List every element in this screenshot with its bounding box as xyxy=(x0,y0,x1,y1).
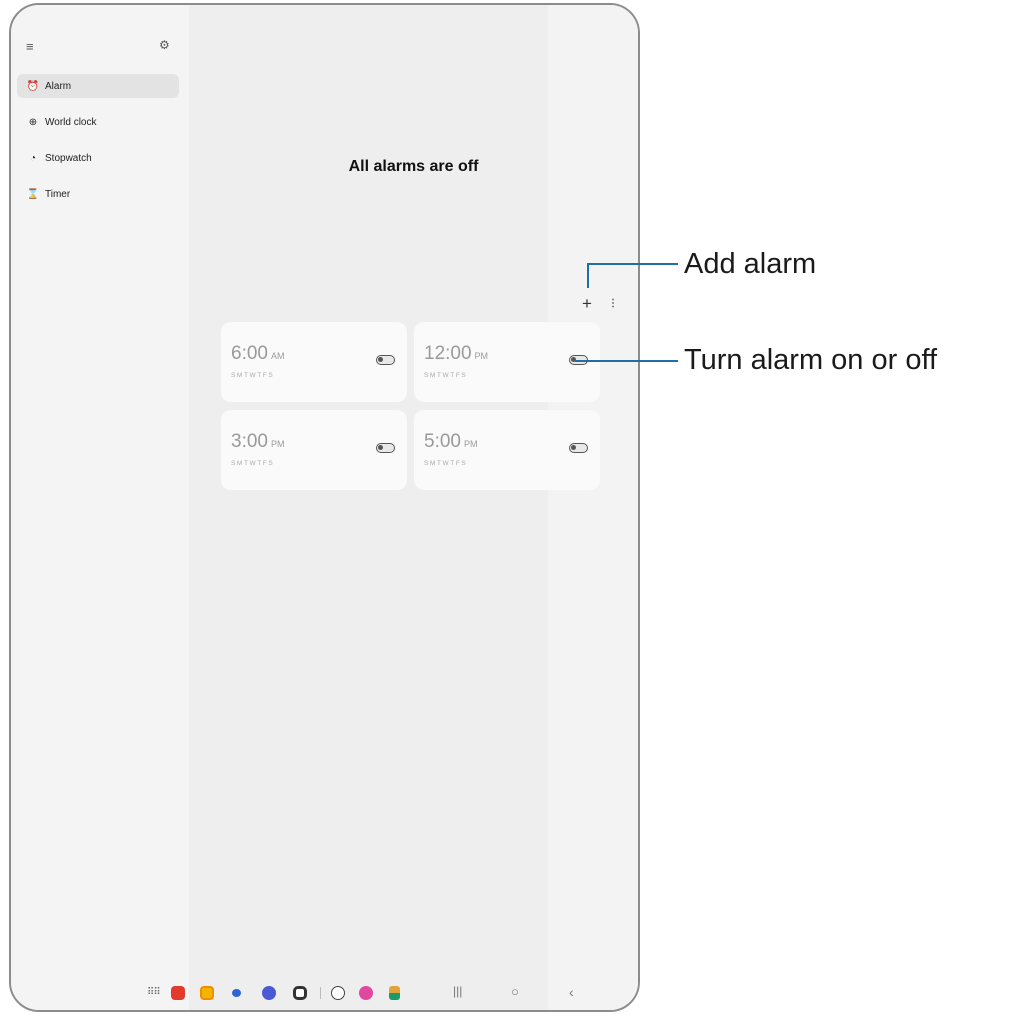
alarm-days: SMTWTFS xyxy=(231,372,275,379)
callout-toggle-alarm: Turn alarm on or off xyxy=(684,344,938,376)
main-panel: All alarms are off xyxy=(189,5,638,1010)
plus-icon[interactable]: + xyxy=(582,295,592,312)
callout-line-add-horizontal xyxy=(587,263,678,265)
menu-icon[interactable]: ≡ xyxy=(26,40,34,53)
alarm-card[interactable]: 3:00 PM SMTWTFS xyxy=(221,410,407,490)
taskbar: ⠿⠿ ||| ○ ‹ xyxy=(11,974,638,1010)
alarm-time: 3:00 PM xyxy=(231,432,284,451)
alarm-period: PM xyxy=(474,351,489,361)
sidebar-item-timer[interactable]: ⌛ Timer xyxy=(17,182,179,206)
empty-state-title: All alarms are off xyxy=(348,158,479,175)
messages-icon[interactable] xyxy=(232,989,241,997)
alarm-time: 6:00 AM xyxy=(231,344,284,363)
callout-line-toggle xyxy=(575,360,678,362)
recents-icon[interactable]: ||| xyxy=(453,985,462,997)
gallery-icon[interactable] xyxy=(359,986,373,1000)
back-icon[interactable]: ‹ xyxy=(569,985,574,999)
sidebar-item-label: Stopwatch xyxy=(45,152,92,164)
app-yellow-icon[interactable] xyxy=(200,986,214,1000)
alarm-card[interactable]: 12:00 PM SMTWTFS xyxy=(414,322,600,402)
home-icon[interactable]: ○ xyxy=(511,985,519,998)
alarm-time-value: 5:00 xyxy=(424,431,461,452)
sidebar-item-stopwatch[interactable]: ◔ Stopwatch xyxy=(17,146,179,170)
alarm-time-value: 3:00 xyxy=(231,431,268,452)
main-panel-edge xyxy=(548,5,638,1010)
hourglass-icon: ⌛ xyxy=(26,188,40,200)
alarm-toggle[interactable] xyxy=(376,443,395,453)
multi-icon[interactable] xyxy=(389,986,400,1000)
alarm-days: SMTWTFS xyxy=(424,372,468,379)
alarm-time: 12:00 PM xyxy=(424,344,488,363)
alarm-toggle[interactable] xyxy=(376,355,395,365)
callout-line-add-vertical xyxy=(587,263,589,288)
alarm-period: AM xyxy=(270,351,285,361)
alarm-card[interactable]: 5:00 PM SMTWTFS xyxy=(414,410,600,490)
alarm-days: SMTWTFS xyxy=(231,460,275,467)
stopwatch-icon: ◔ xyxy=(29,152,37,164)
camera-icon[interactable] xyxy=(293,986,307,1000)
alarm-time: 5:00 PM xyxy=(424,432,477,451)
taskbar-divider xyxy=(320,987,321,999)
more-vertical-icon[interactable]: ⋮ xyxy=(608,299,618,309)
app-red-icon[interactable] xyxy=(171,986,185,1000)
callout-add-alarm: Add alarm xyxy=(684,248,817,280)
sidebar-item-alarm[interactable]: ⏰ Alarm xyxy=(17,74,179,98)
alarm-time-value: 6:00 xyxy=(231,343,268,364)
apps-grid-icon[interactable]: ⠿⠿ xyxy=(147,987,161,998)
sidebar-item-label: Alarm xyxy=(45,80,72,92)
alarm-toggle[interactable] xyxy=(569,443,588,453)
sidebar-item-label: Timer xyxy=(45,188,71,200)
sidebar: ≡ ⚙ ⏰ Alarm ⊕ World clock ◔ Stopwatch ⌛ … xyxy=(11,5,189,1010)
internet-icon[interactable] xyxy=(262,986,276,1000)
clock-icon[interactable] xyxy=(331,986,345,1000)
alarm-icon: ⏰ xyxy=(26,80,40,92)
gear-icon[interactable]: ⚙ xyxy=(159,39,170,51)
alarm-days: SMTWTFS xyxy=(424,460,468,467)
sidebar-item-label: World clock xyxy=(45,116,97,128)
globe-icon: ⊕ xyxy=(28,116,38,128)
alarm-period: PM xyxy=(270,439,285,449)
alarm-time-value: 12:00 xyxy=(424,343,472,364)
alarm-period: PM xyxy=(463,439,478,449)
sidebar-item-world-clock[interactable]: ⊕ World clock xyxy=(17,110,179,134)
alarm-card[interactable]: 6:00 AM SMTWTFS xyxy=(221,322,407,402)
tablet-frame: ≡ ⚙ ⏰ Alarm ⊕ World clock ◔ Stopwatch ⌛ … xyxy=(9,3,640,1012)
